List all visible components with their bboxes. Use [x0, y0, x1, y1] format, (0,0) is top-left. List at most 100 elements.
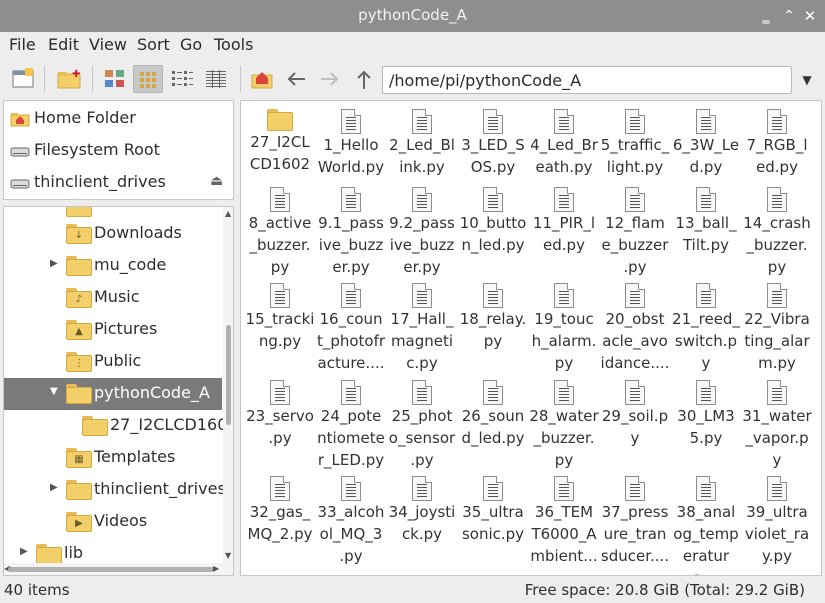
- file-item[interactable]: 3_LED_S OS.py: [457, 103, 529, 178]
- tree-item-templates[interactable]: ▦ Templates: [4, 442, 222, 474]
- file-item[interactable]: 36_TEM T6000_A mbient...: [528, 470, 600, 567]
- python-file-icon: [554, 380, 574, 405]
- tree-item-music[interactable]: ♪ Music: [4, 282, 222, 314]
- place-home-folder[interactable]: Home Folder: [4, 103, 233, 133]
- menu-view[interactable]: View: [89, 35, 127, 54]
- python-file-icon: [341, 187, 361, 212]
- file-item[interactable]: 9.1_pass ive_buzz er.py: [315, 181, 387, 278]
- file-item[interactable]: 7_RGB_l ed.py: [741, 103, 813, 178]
- path-field[interactable]: /home/pi/pythonCode_A: [382, 66, 792, 94]
- maximize-button[interactable]: ⌃: [781, 8, 797, 24]
- file-item[interactable]: 38_analog_temperature....: [670, 470, 742, 575]
- folder-icon: [267, 109, 293, 131]
- tree-item-mu-code[interactable]: ▶ mu_code: [4, 250, 222, 282]
- file-item[interactable]: 1_Hello World.py: [315, 103, 387, 178]
- path-dropdown-icon[interactable]: ▼: [796, 66, 818, 94]
- python-file-icon: [483, 109, 503, 134]
- menu-tools[interactable]: Tools: [214, 35, 253, 54]
- file-item[interactable]: 33_alcoh ol_MQ_3 .py: [315, 470, 387, 567]
- file-item[interactable]: 12_flam e_buzzer .py: [599, 181, 671, 278]
- menu-sort[interactable]: Sort: [137, 35, 170, 54]
- file-name: 5_traffic_ light.py: [600, 136, 670, 176]
- expander-icon[interactable]: ▶: [50, 482, 58, 493]
- menu-edit[interactable]: Edit: [48, 35, 79, 54]
- file-name: 29_soil.p y: [601, 407, 669, 447]
- file-name: 21_reed_ switch.p y: [672, 310, 740, 372]
- file-item[interactable]: 37_press ure_tran sducer....: [599, 470, 671, 567]
- tree-item-pictures[interactable]: ▲ Pictures: [4, 314, 222, 346]
- file-item[interactable]: 19_touc h_alarm. py: [528, 277, 600, 374]
- file-item[interactable]: 9.2_pass ive_buzz er.py: [386, 181, 458, 278]
- file-item[interactable]: 26_soun d_led.py: [457, 374, 529, 449]
- back-arrow-icon[interactable]: [281, 65, 311, 93]
- file-item[interactable]: 30_LM3 5.py: [670, 374, 742, 449]
- forward-arrow-icon[interactable]: [315, 65, 345, 93]
- list-view-icon[interactable]: [201, 65, 231, 93]
- thumbnail-view-icon[interactable]: [100, 65, 130, 93]
- file-item[interactable]: 32_gas_ MQ_2.py: [244, 470, 316, 545]
- up-arrow-icon[interactable]: [349, 65, 379, 93]
- file-name: 28_water _buzzer. py: [529, 407, 599, 469]
- file-item[interactable]: 14_crash _buzzer. py: [741, 181, 813, 278]
- expander-icon[interactable]: ▼: [50, 386, 58, 397]
- file-item[interactable]: 35_ultra sonic.py: [457, 470, 529, 545]
- file-item[interactable]: 29_soil.p y: [599, 374, 671, 449]
- file-item[interactable]: 15_tracki ng.py: [244, 277, 316, 352]
- tree-label: pythonCode_A: [94, 383, 210, 402]
- file-item[interactable]: 13_ball_ Tilt.py: [670, 181, 742, 256]
- python-file-icon: [412, 283, 432, 308]
- tree-item-videos[interactable]: ▶ Videos: [4, 506, 222, 538]
- file-item[interactable]: 28_water _buzzer. py: [528, 374, 600, 471]
- new-window-icon[interactable]: [8, 65, 38, 93]
- tree-item-pythoncode-a[interactable]: ▼ pythonCode_A: [4, 378, 222, 410]
- tree-item-thinclient-drives[interactable]: ▶ thinclient_drives: [4, 474, 226, 506]
- eject-icon[interactable]: ⏏: [210, 173, 223, 189]
- file-item[interactable]: 10_butto n_led.py: [457, 181, 529, 256]
- file-name: 8_active _buzzer. py: [248, 214, 312, 276]
- file-item[interactable]: 22_Vibra ting_alar m.py: [741, 277, 813, 374]
- tree-horizontal-scrollbar[interactable]: ◀ ▶: [4, 563, 223, 575]
- file-item[interactable]: 23_servo .py: [244, 374, 316, 449]
- file-item[interactable]: 18_relay. py: [457, 277, 529, 352]
- file-item[interactable]: 4_Led_Br eath.py: [528, 103, 600, 178]
- python-file-icon: [625, 187, 645, 212]
- file-item[interactable]: 8_active _buzzer. py: [244, 181, 316, 278]
- close-button[interactable]: ✕: [802, 8, 818, 24]
- file-name: 4_Led_Br eath.py: [530, 136, 598, 176]
- place-thinclient-drives[interactable]: thinclient_drives ⏏: [4, 167, 233, 197]
- file-item[interactable]: 39_ultra violet_ra y.py: [741, 470, 813, 567]
- new-folder-icon[interactable]: ✚: [54, 65, 84, 93]
- expander-icon[interactable]: ▶: [20, 546, 28, 557]
- home-icon[interactable]: [247, 65, 277, 93]
- menu-go[interactable]: Go: [180, 35, 202, 54]
- file-item[interactable]: 6_3W_Le d.py: [670, 103, 742, 178]
- menu-file[interactable]: File: [9, 35, 36, 54]
- file-item[interactable]: 25_phot o_sensor .py: [386, 374, 458, 471]
- place-filesystem-root[interactable]: Filesystem Root: [4, 135, 233, 165]
- file-item[interactable]: 20_obst acle_avo idance....: [599, 277, 671, 374]
- file-item[interactable]: 17_Hall_ magneti c.py: [386, 277, 458, 374]
- folder-item[interactable]: 27_I2CL CD1602: [244, 103, 316, 175]
- file-name: 36_TEM T6000_A mbient...: [530, 503, 598, 565]
- tree-vertical-scrollbar[interactable]: ▲ ▼: [223, 207, 233, 575]
- file-item[interactable]: 16_coun t_photofr acture....: [315, 277, 387, 374]
- file-item[interactable]: 31_water _vapor.p y: [741, 374, 813, 471]
- tree-item-public[interactable]: ⋮ Public: [4, 346, 222, 378]
- folder-icon: [66, 480, 92, 500]
- python-file-icon: [554, 476, 574, 501]
- file-item[interactable]: 11_PIR_l ed.py: [528, 181, 600, 256]
- compact-view-icon[interactable]: [167, 65, 197, 93]
- file-item[interactable]: 21_reed_ switch.p y: [670, 277, 742, 374]
- icon-view-icon[interactable]: [133, 65, 163, 93]
- home-folder-icon: [10, 113, 30, 127]
- python-file-icon: [341, 109, 361, 134]
- file-item[interactable]: 34_joysti ck.py: [386, 470, 458, 545]
- tree-item-27-i2clcd1602[interactable]: 27_I2CLCD1602: [4, 410, 233, 442]
- file-item[interactable]: 5_traffic_ light.py: [599, 103, 671, 178]
- file-item[interactable]: 2_Led_Bl ink.py: [386, 103, 458, 178]
- tree-item-downloads[interactable]: ↓ Downloads: [4, 218, 222, 250]
- expander-icon[interactable]: ▶: [50, 258, 58, 269]
- file-item[interactable]: 24_pote ntiomete r_LED.py: [315, 374, 387, 471]
- minimize-button[interactable]: ‗: [758, 8, 774, 24]
- tree-label: Music: [94, 287, 140, 306]
